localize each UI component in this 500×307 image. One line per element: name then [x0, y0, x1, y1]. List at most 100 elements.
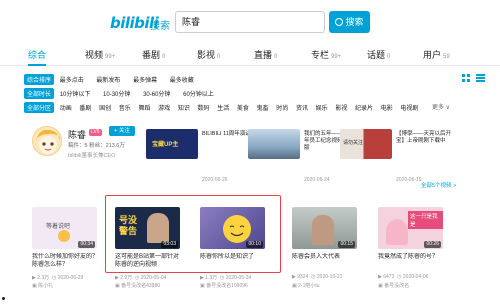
uploader[interactable]: ▣ 陈小礼: [32, 282, 53, 289]
tab-label: 综合: [28, 50, 47, 60]
video-title[interactable]: 我竟然成了陈睿的号？: [378, 253, 446, 269]
tab-topic[interactable]: 话题 0: [367, 48, 390, 61]
view-toggle: [462, 74, 492, 84]
sort-option[interactable]: 最多弹幕: [133, 75, 157, 84]
duration-option[interactable]: 60分钟以上: [183, 89, 214, 98]
video-card[interactable]: 00:15 陈睿会员入大代表 ▶ 9324 ◷ 2020-10-21 ▣ 2-1…: [292, 207, 360, 289]
search-button[interactable]: 搜索: [329, 11, 370, 33]
video-meta: ▶ 2.3万 ◷ 2020-06-29: [32, 275, 84, 281]
video-title[interactable]: 陈睿会员入大代表: [292, 253, 360, 269]
all-videos-link[interactable]: 全部5个视频 >: [421, 181, 456, 189]
uploader-name: 番号没改名: [384, 283, 410, 289]
zone-option[interactable]: 美食: [237, 103, 249, 112]
tab-count: 0: [217, 54, 221, 60]
video-thumbnail[interactable]: 宝藏UP主: [146, 129, 198, 159]
view-count: 2.3万: [37, 275, 50, 281]
tab-label: 话题: [367, 50, 386, 60]
zone-option[interactable]: 娱乐: [316, 103, 328, 112]
video-date: 2020-06-24: [304, 177, 330, 183]
user-description: bilibili董事长兼CEO: [68, 153, 116, 159]
zone-option[interactable]: 国创: [99, 103, 111, 112]
video-card[interactable]: 等着说吧 00:34 我什么时候加你好友的？陈睿怎么样？ ▶ 2.3万 ◷ 20…: [32, 207, 100, 289]
tab-movie[interactable]: 影视 0: [197, 48, 220, 61]
duration-filter-active[interactable]: 全部时长: [24, 88, 55, 99]
zone-option[interactable]: 舞蹈: [138, 103, 150, 112]
video-title[interactable]: 我什么时候加你好友的？陈睿怎么样？: [32, 253, 100, 269]
video-title[interactable]: 【博學——天亮以后开宝】上帝刚刚下载中: [396, 131, 452, 145]
view-count: 9324: [297, 274, 309, 280]
zone-option[interactable]: 时尚: [276, 103, 288, 112]
duration-option[interactable]: 30-60分钟: [143, 89, 170, 98]
video-thumbnail[interactable]: 请勿关注: [340, 129, 392, 159]
follow-button[interactable]: + 关注: [109, 126, 135, 136]
anime-figure-icon: [386, 219, 408, 245]
zone-option[interactable]: 纪录片: [355, 103, 373, 112]
view-count: 2.9万: [120, 275, 133, 281]
user-name[interactable]: 陈睿: [68, 128, 86, 141]
uploader[interactable]: ▣ 番号没改名: [378, 282, 409, 289]
tab-video[interactable]: 视频 99+: [85, 48, 115, 61]
avatar[interactable]: [32, 126, 62, 156]
sort-filter-row: 综合排序 最多点击 最新发布 最多弹幕 最多收藏: [24, 74, 205, 85]
zone-option[interactable]: 知识: [178, 103, 190, 112]
duration-filter-row: 全部时长 10分钟以下 10-30分钟 30-60分钟 60分钟以上: [24, 88, 225, 99]
tab-user[interactable]: 用户 59: [423, 48, 450, 61]
zone-filter-row: 全部分区 动画 番剧 国创 音乐 舞蹈 游戏 知识 数码 生活 美食 鬼畜 时尚…: [24, 102, 424, 113]
tab-label: 用户: [423, 50, 442, 60]
uploader[interactable]: ▣ 2-1吧小tu: [292, 282, 320, 289]
video-duration: 00:34: [78, 241, 95, 248]
uploader-name: 2-1吧小tu: [298, 283, 320, 289]
zone-option[interactable]: 电影: [381, 103, 393, 112]
zone-option[interactable]: 影视: [335, 103, 347, 112]
tab-live[interactable]: 直播 0: [254, 48, 277, 61]
zone-option[interactable]: 数码: [198, 103, 210, 112]
tab-count: 99+: [105, 54, 116, 60]
video-date: 2020-06-26: [202, 177, 228, 183]
list-view-icon[interactable]: [476, 74, 485, 82]
video-title-text: 我竟然成了陈睿的号？: [378, 254, 439, 260]
search-input[interactable]: 陈睿: [175, 11, 325, 33]
zone-filter-active[interactable]: 全部分区: [24, 102, 55, 113]
zone-more-toggle[interactable]: 更多 ∨: [432, 102, 450, 111]
duration-option[interactable]: 10分钟以下: [60, 89, 91, 98]
type-tabs: 综合 视频 99+ 番剧 0 影视 0 直播 0 专栏 99+ 话题 0 用户 59: [0, 44, 500, 66]
sort-option[interactable]: 最多收藏: [170, 75, 194, 84]
user-video-card[interactable]: 宝藏UP主 BILIBILI 11周年演讲 2020-06-26: [146, 129, 256, 189]
upload-date: 2020-06-29: [57, 275, 84, 281]
sort-filter-active[interactable]: 综合排序: [24, 74, 55, 85]
uploader-name: 番号没改名109096: [206, 283, 248, 289]
video-card[interactable]: 这一只是我是 00:26 我竟然成了陈睿的号？ ▶ 6473 ◷ 2020-04…: [378, 207, 446, 289]
zone-option[interactable]: 鬼畜: [257, 103, 269, 112]
tab-bangumi[interactable]: 番剧 0: [142, 48, 165, 61]
anime-avatar-icon: [33, 127, 61, 155]
tab-label: 番剧: [142, 50, 161, 60]
zone-option[interactable]: 音乐: [119, 103, 131, 112]
tab-label: 视频: [85, 50, 104, 60]
thumbnail-caption: 请勿关注: [343, 140, 364, 146]
zone-option[interactable]: 动画: [60, 103, 72, 112]
uploader[interactable]: ▣ 番号没改名43980: [115, 282, 160, 289]
zone-option[interactable]: 番剧: [79, 103, 91, 112]
video-meta: ▶ 6473 ◷ 2020-04-06: [378, 274, 429, 280]
uploader[interactable]: ▣ 番号没改名109096: [200, 282, 248, 289]
tab-all[interactable]: 综合: [28, 48, 47, 66]
user-video-card[interactable]: 请勿关注 【博學——天亮以后开宝】上帝刚刚下载中 2020-06-19: [340, 129, 452, 189]
duration-option[interactable]: 10-30分钟: [103, 89, 130, 98]
upload-date: 2020-04-06: [402, 274, 429, 280]
view-count: 6473: [383, 274, 395, 280]
zone-option[interactable]: 电视剧: [400, 103, 418, 112]
sort-option[interactable]: 最新发布: [96, 75, 120, 84]
zone-option[interactable]: 游戏: [158, 103, 170, 112]
video-thumbnail[interactable]: [248, 129, 300, 159]
video-meta: ▶ 2.9万 ◷ 2020-05-04: [115, 275, 167, 281]
tab-article[interactable]: 专栏 99+: [311, 48, 341, 61]
sort-option[interactable]: 最多点击: [60, 75, 84, 84]
zone-option[interactable]: 资讯: [296, 103, 308, 112]
upload-date: 2020-10-21: [316, 274, 343, 280]
tab-count: 59: [443, 54, 450, 60]
bullet-marker: [2, 297, 5, 300]
tab-label: 直播: [254, 50, 273, 60]
person-thumbnail-icon: [312, 215, 334, 245]
grid-view-icon[interactable]: [462, 74, 470, 82]
zone-option[interactable]: 生活: [217, 103, 229, 112]
